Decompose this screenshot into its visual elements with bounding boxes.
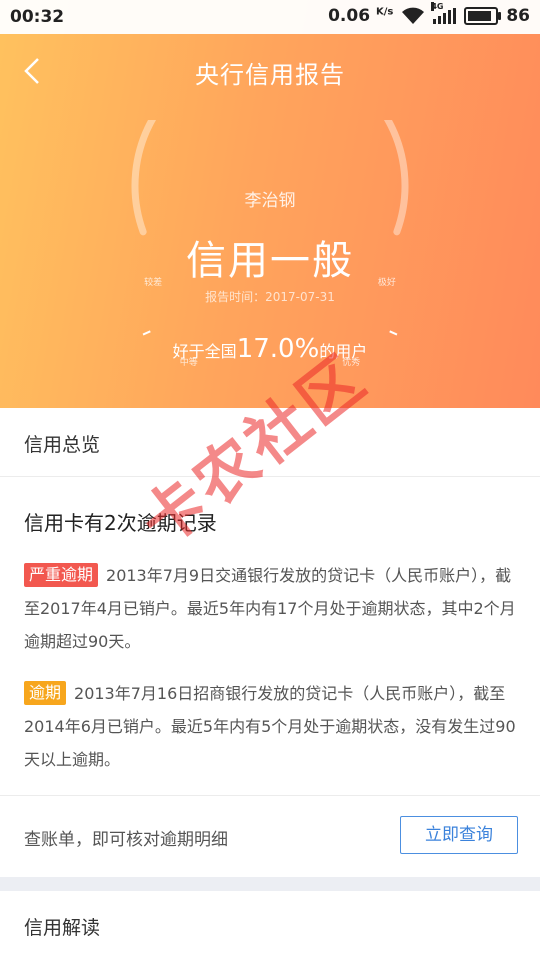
network-speed: 0.06 K/s — [328, 6, 394, 26]
record-item: 严重逾期 2013年7月9日交通银行发放的贷记卡（人民币账户），截至2017年4月… — [24, 559, 520, 658]
gauge-arc — [131, 120, 409, 236]
severe-overdue-badge: 严重逾期 — [24, 563, 99, 587]
status-indicators: 0.06 K/s 4G 86 — [328, 2, 530, 26]
check-statement-row: 查账单，即可核对逾期明细 立即查询 — [0, 795, 540, 878]
overview-section: 信用总览 — [0, 408, 540, 477]
query-now-button[interactable]: 立即查询 — [400, 816, 518, 854]
battery-percent: 86 — [506, 6, 530, 26]
section-divider — [0, 877, 540, 891]
wifi-icon — [402, 7, 425, 24]
records-headline: 信用卡有2次逾期记录 — [24, 511, 217, 535]
percentile-value: 17.0% — [236, 334, 320, 364]
overview-title: 信用总览 — [24, 434, 101, 456]
status-bar: 00:32 0.06 K/s 4G 86 — [0, 0, 540, 34]
check-statement-text: 查账单，即可核对逾期明细 — [24, 830, 228, 850]
overdue-badge: 逾期 — [24, 681, 67, 705]
user-name: 李治钢 — [244, 191, 296, 211]
battery-fill — [468, 11, 491, 21]
interpretation-section[interactable]: 信用解读 — [0, 891, 540, 960]
percentile-text: 好于全国17.0%的用户 — [172, 334, 368, 364]
report-date: 报告时间：2017-07-31 — [205, 290, 335, 304]
record-text: 2013年7月16日招商银行发放的贷记卡（人民币账户），截至2014年6月已销户… — [24, 684, 516, 769]
credit-status: 信用一般 — [186, 238, 354, 284]
battery-icon — [464, 7, 502, 25]
status-time: 00:32 — [10, 7, 65, 27]
record-item: 逾期 2013年7月16日招商银行发放的贷记卡（人民币账户），截至2014年6月已… — [24, 677, 520, 776]
screen: 00:32 0.06 K/s 4G 86 央行信用报告 较差中等良好优秀极好 李… — [0, 0, 540, 960]
overdue-records: 信用卡有2次逾期记录 严重逾期 2013年7月9日交通银行发放的贷记卡（人民币账户… — [0, 477, 540, 795]
page-title: 央行信用报告 — [195, 61, 345, 89]
interpretation-title: 信用解读 — [24, 917, 101, 939]
cell-signal-icon: 4G — [431, 2, 457, 24]
